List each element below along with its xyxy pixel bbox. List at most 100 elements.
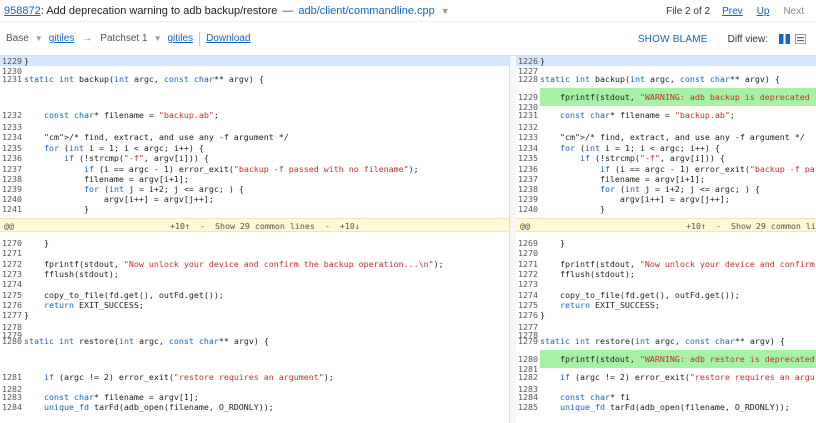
- line-number[interactable]: 1269: [516, 238, 538, 248]
- download-link[interactable]: Download: [206, 33, 250, 44]
- diff-line: 1238 for (int j = i+2; j <= argc; ) {: [516, 184, 816, 194]
- line-number[interactable]: 1233: [0, 122, 22, 132]
- diff-line: 1238 filename = argv[i+1];: [0, 174, 509, 184]
- chevron-down-icon[interactable]: ▼: [154, 34, 162, 43]
- change-number-link[interactable]: 958872: [4, 5, 41, 17]
- diff-line: [0, 354, 509, 364]
- diff-area: 1229} 1230 1231 static int backup(int argc,…: [0, 56, 816, 423]
- line-number[interactable]: 1283: [0, 392, 22, 402]
- code-text: }: [540, 204, 605, 214]
- diff-line: 1284 const char* fi: [516, 392, 816, 402]
- line-number[interactable]: 1234: [0, 132, 22, 142]
- line-number[interactable]: 1284: [0, 402, 22, 412]
- line-number[interactable]: 1240: [516, 204, 538, 214]
- line-number[interactable]: 1285: [516, 402, 538, 412]
- code-text: fprintf(stdout, "Now unlock your device …: [24, 259, 444, 269]
- code-text: "cm">/* find, extract, and use any -f ar…: [43, 132, 289, 142]
- chevron-down-icon[interactable]: ▼: [441, 6, 450, 16]
- line-number[interactable]: 1235: [516, 153, 538, 163]
- line-number[interactable]: 1235: [0, 143, 22, 153]
- line-number[interactable]: 1237: [516, 174, 538, 184]
- line-number[interactable]: 1231: [0, 74, 22, 84]
- change-header: 958872 : Add deprecation warning to adb …: [0, 0, 816, 22]
- line-number[interactable]: 1274: [516, 290, 538, 300]
- line-number[interactable]: 1236: [0, 153, 22, 163]
- line-number[interactable]: 1229: [516, 92, 538, 102]
- line-number[interactable]: 1270: [0, 238, 22, 248]
- code-text: if (!strcmp("-f", argv[i])) {: [63, 153, 209, 163]
- diff-line: 1232 const char* filename = "backup.ab";: [0, 110, 509, 120]
- show-common-lines-link[interactable]: +10↑ - Show 29 common lines: [686, 219, 816, 233]
- line-number[interactable]: 1275: [516, 300, 538, 310]
- diff-line: 1273 fflush(stdout);: [0, 269, 509, 279]
- diff-line: 1277}: [0, 310, 509, 320]
- line-number[interactable]: 1232: [0, 110, 22, 120]
- show-blame-button[interactable]: SHOW BLAME: [638, 34, 708, 45]
- show-common-lines-link[interactable]: +10↑ - Show 29 common lines - +10↓: [170, 219, 360, 233]
- line-number[interactable]: 1239: [516, 194, 538, 204]
- line-number[interactable]: 1275: [0, 290, 22, 300]
- diff-line: 1274: [0, 279, 509, 289]
- line-number[interactable]: 1280: [516, 354, 538, 364]
- line-number[interactable]: 1241: [0, 204, 22, 214]
- line-number[interactable]: 1239: [0, 184, 22, 194]
- line-number[interactable]: 1279: [516, 336, 538, 346]
- line-number[interactable]: 1234: [516, 143, 538, 153]
- arrow-right-icon: →: [82, 33, 93, 44]
- diff-line: 1271: [0, 248, 509, 258]
- diff-line: [0, 92, 509, 102]
- line-number[interactable]: 1276: [516, 310, 538, 320]
- line-number[interactable]: 1237: [0, 164, 22, 174]
- file-path-link[interactable]: adb/client/commandline.cpp: [298, 5, 434, 17]
- line-number[interactable]: 1271: [516, 259, 538, 269]
- line-number[interactable]: 1229: [0, 56, 22, 66]
- code-text: }: [540, 56, 545, 66]
- line-number[interactable]: 1231: [516, 110, 538, 120]
- banner-marker: @@: [520, 221, 530, 231]
- patchset-gitiles-link[interactable]: gitiles: [167, 33, 193, 44]
- line-number[interactable]: 1271: [0, 248, 22, 258]
- side-by-side-view-icon[interactable]: [779, 34, 790, 44]
- prev-link[interactable]: Prev: [722, 6, 743, 17]
- line-number[interactable]: 1226: [516, 56, 538, 66]
- code-text: copy_to_file(fd.get(), outFd.get());: [540, 290, 740, 300]
- base-gitiles-link[interactable]: gitiles: [49, 33, 75, 44]
- chevron-down-icon[interactable]: ▼: [35, 34, 43, 43]
- diff-line: 1231 const char* filename = "backup.ab";: [516, 110, 816, 120]
- line-number[interactable]: 1273: [0, 269, 22, 279]
- line-number[interactable]: 1281: [0, 372, 22, 382]
- line-number[interactable]: 1282: [516, 372, 538, 382]
- line-number[interactable]: 1270: [516, 248, 538, 258]
- line-number[interactable]: 1274: [0, 279, 22, 289]
- line-number[interactable]: 1280: [0, 336, 22, 346]
- line-number[interactable]: 1236: [516, 164, 538, 174]
- line-number[interactable]: 1276: [0, 300, 22, 310]
- line-number[interactable]: 1228: [516, 74, 538, 84]
- diff-line: 1280 static int restore(int argc, const c…: [0, 336, 509, 346]
- unified-view-icon[interactable]: [795, 34, 806, 44]
- diff-line: 1235 if (!strcmp("-f", argv[i])) {: [516, 153, 816, 163]
- diff-line: 1276 return EXIT_SUCCESS;: [0, 300, 509, 310]
- line-number[interactable]: 1273: [516, 279, 538, 289]
- diff-line: 1269 }: [516, 238, 816, 248]
- line-number[interactable]: 1277: [0, 310, 22, 320]
- code-text: filename = argv[i+1];: [540, 174, 705, 184]
- code-text: if (i == argc - 1) error_exit("backup -f…: [599, 164, 815, 174]
- line-number[interactable]: 1240: [0, 194, 22, 204]
- next-link[interactable]: Next: [783, 6, 804, 17]
- line-number[interactable]: 1232: [516, 122, 538, 132]
- up-link[interactable]: Up: [757, 6, 770, 17]
- common-lines-banner[interactable]: @@ +10↑ - Show 29 common lines - +10↓: [0, 218, 509, 232]
- line-number[interactable]: 1272: [0, 259, 22, 269]
- line-number[interactable]: 1284: [516, 392, 538, 402]
- line-number[interactable]: 1272: [516, 269, 538, 279]
- code-text: fflush(stdout);: [24, 269, 119, 279]
- toolbar-right: SHOW BLAME Diff view:: [638, 22, 806, 56]
- line-number[interactable]: 1238: [516, 184, 538, 194]
- common-lines-banner[interactable]: @@ +10↑ - Show 29 common lines: [516, 218, 816, 232]
- base-label[interactable]: Base: [6, 33, 29, 44]
- line-number[interactable]: 1233: [516, 132, 538, 142]
- code-text: argv[i++] = argv[j++];: [540, 194, 730, 204]
- line-number[interactable]: 1238: [0, 174, 22, 184]
- patchset-label[interactable]: Patchset 1: [100, 33, 147, 44]
